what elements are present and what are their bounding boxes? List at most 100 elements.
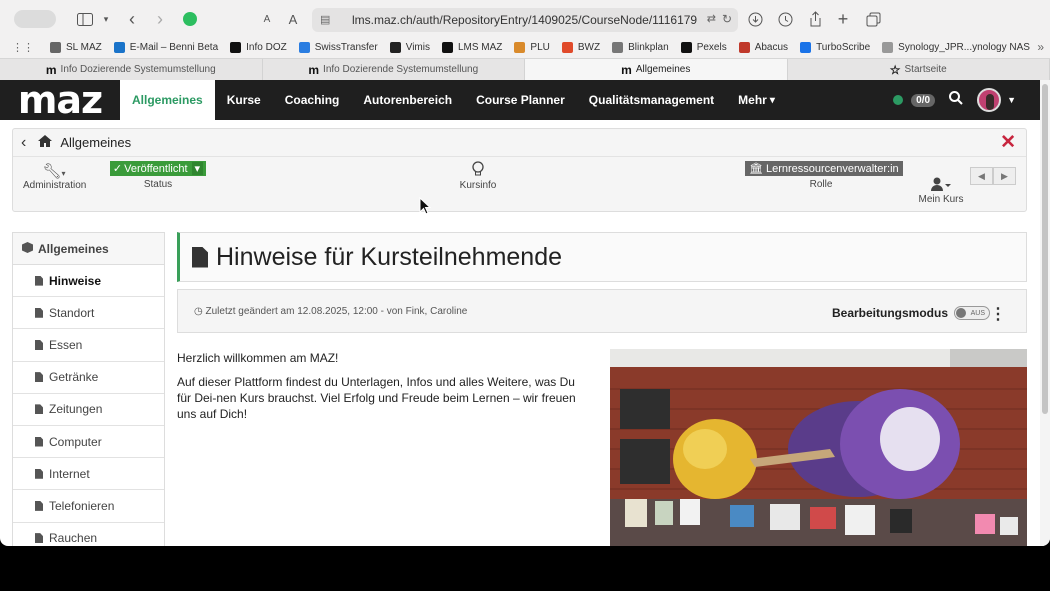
status-badge[interactable]: ✓ Veröffentlicht ▾ <box>109 161 207 176</box>
nav-item-qualit-tsmanagement[interactable]: Qualitätsmanagement <box>577 80 726 120</box>
edit-mode-toggle[interactable]: AUS <box>954 306 990 320</box>
evernote-icon[interactable] <box>180 8 200 30</box>
favorite-icon <box>882 41 894 53</box>
role-badge[interactable]: 🏛︎ Lernressourcenverwalter:in <box>745 161 903 176</box>
browser-tab[interactable]: m Info Dozierende Systemumstellung <box>263 59 525 80</box>
browser-tab[interactable]: m Info Dozierende Systemumstellung <box>0 59 263 80</box>
favorite-link[interactable]: Abacus <box>738 41 788 53</box>
favorite-link[interactable]: Info DOZ <box>230 41 287 53</box>
tabs-overview-icon[interactable] <box>864 8 882 30</box>
sidebar-icon[interactable] <box>76 8 94 30</box>
nav-item-label: Coaching <box>284 93 340 107</box>
menu-item[interactable]: Standort <box>13 297 164 330</box>
favorite-link[interactable]: SL MAZ <box>50 41 102 53</box>
grid-icon[interactable]: ⋮⋮ <box>12 41 34 54</box>
edit-mode-control: Bearbeitungsmodus AUS <box>832 306 990 320</box>
translate-icon[interactable]: ⇄ <box>707 12 716 25</box>
role-label: Rolle <box>809 179 833 190</box>
star-icon: ☆ <box>889 62 901 77</box>
favorite-label: Synology_JPR...ynology NAS <box>898 41 1030 53</box>
favorite-link[interactable]: LMS MAZ <box>441 41 502 53</box>
status-tool[interactable]: ✓ Veröffentlicht ▾ Status <box>109 161 207 190</box>
tab-overview-button[interactable] <box>14 10 56 28</box>
browser-tab[interactable]: m Allgemeines <box>525 59 788 80</box>
home-icon[interactable] <box>38 134 53 152</box>
nav-item-mehr[interactable]: Mehr ▾ <box>726 80 787 120</box>
counter-badge[interactable]: 0/0 <box>911 93 936 107</box>
favorite-icon <box>738 41 750 53</box>
nav-item-label: Allgemeines <box>132 93 203 107</box>
role-tool[interactable]: 🏛︎ Lernressourcenverwalter:in Rolle <box>745 161 903 190</box>
menu-item[interactable]: Zeitungen <box>13 394 164 426</box>
text-smaller-icon[interactable]: A <box>260 8 274 30</box>
menu-item[interactable]: Telefonieren <box>13 490 164 523</box>
address-bar[interactable]: ▤ lms.maz.ch/auth/RepositoryEntry/140902… <box>312 8 738 32</box>
downloads-icon[interactable] <box>746 8 764 30</box>
more-options-icon[interactable]: ⋮ <box>990 304 1006 324</box>
favorite-icon <box>230 41 242 53</box>
avatar-chevron-down-icon[interactable]: ▼ <box>1007 95 1016 105</box>
menu-item[interactable]: Computer <box>13 426 164 459</box>
document-icon <box>35 468 43 479</box>
menu-item[interactable]: Hinweise <box>13 265 164 298</box>
mein-kurs-tool[interactable]: Mein Kurs <box>913 177 969 205</box>
favorite-icon <box>50 41 61 53</box>
favorite-link[interactable]: Blinkplan <box>612 41 669 53</box>
menu-item[interactable]: Internet <box>13 458 164 491</box>
favorite-link[interactable]: Synology_JPR...ynology NAS <box>882 41 1030 53</box>
next-node-icon[interactable]: ▶ <box>993 167 1016 185</box>
toggle-state: AUS <box>970 309 985 317</box>
favorite-label: Vimis <box>405 41 430 53</box>
more-favorites-icon[interactable]: » <box>1037 40 1044 54</box>
history-icon[interactable] <box>776 8 794 30</box>
administration-label: Administration <box>23 180 87 191</box>
browser-tab[interactable]: ☆ Startseite <box>788 59 1050 80</box>
maz-logo[interactable]: maz <box>0 78 120 122</box>
favorite-link[interactable]: BWZ <box>561 41 600 53</box>
back-arrow-icon[interactable]: ‹ <box>21 134 26 152</box>
menu-item[interactable]: Getränke <box>13 362 164 394</box>
nav-item-allgemeines[interactable]: Allgemeines <box>120 80 215 120</box>
menu-item[interactable]: Essen <box>13 329 164 362</box>
page-settings-icon[interactable]: ▤ <box>320 13 330 26</box>
nav-item-coaching[interactable]: Coaching <box>273 80 352 120</box>
course-menu-root[interactable]: Allgemeines <box>13 233 164 265</box>
institution-icon: 🏛︎ <box>749 163 763 175</box>
share-icon[interactable] <box>806 8 824 30</box>
close-icon[interactable]: ✕ <box>1000 131 1016 154</box>
new-tab-icon[interactable]: + <box>834 8 852 30</box>
favorite-link[interactable]: TurboScribe <box>800 41 870 53</box>
administration-tool[interactable]: 🔧︎▾ Administration <box>23 162 87 191</box>
text-larger-icon[interactable]: A <box>286 8 300 30</box>
browser-tab-label: Info Dozierende Systemumstellung <box>60 64 216 75</box>
favorite-link[interactable]: E-Mail – Benni Beta <box>113 41 218 53</box>
favorite-link[interactable]: Vimis <box>389 41 430 53</box>
course-title[interactable]: Allgemeines <box>60 135 131 150</box>
favorite-link[interactable]: PLU <box>514 41 550 53</box>
wrench-icon: 🔧︎▾ <box>42 163 66 180</box>
menu-item[interactable]: Rauchen <box>13 523 164 547</box>
document-icon <box>35 500 43 511</box>
page-scrollbar[interactable] <box>1040 80 1050 546</box>
status-dropdown-icon[interactable]: ▾ <box>191 162 204 175</box>
favorite-link[interactable]: Pexels <box>680 41 727 53</box>
menu-item-label: Hinweise <box>49 273 102 288</box>
avatar[interactable] <box>977 88 1002 112</box>
previous-node-icon[interactable]: ◀ <box>970 167 993 185</box>
reload-icon[interactable]: ↻ <box>722 12 732 26</box>
document-icon <box>35 275 43 286</box>
browser-tab-label: Startseite <box>904 64 947 75</box>
nav-item-label: Mehr <box>738 93 767 107</box>
search-icon[interactable] <box>949 90 963 110</box>
nav-item-kurse[interactable]: Kurse <box>215 80 273 120</box>
chevron-down-icon[interactable]: ▾ <box>100 8 112 30</box>
nav-item-autorenbereich[interactable]: Autorenbereich <box>351 80 464 120</box>
favorite-label: PLU <box>530 41 550 53</box>
favorite-link[interactable]: SwissTransfer <box>298 41 378 53</box>
favorites-bar: ⋮⋮ SL MAZ E-Mail – Benni Beta Info DOZ Swis… <box>0 36 1050 58</box>
online-status-icon <box>893 95 904 105</box>
back-icon[interactable]: ‹ <box>124 8 140 30</box>
kursinfo-tool[interactable]: Kursinfo <box>453 161 503 191</box>
forward-icon[interactable]: › <box>152 8 168 30</box>
nav-item-course-planner[interactable]: Course Planner <box>464 80 577 120</box>
